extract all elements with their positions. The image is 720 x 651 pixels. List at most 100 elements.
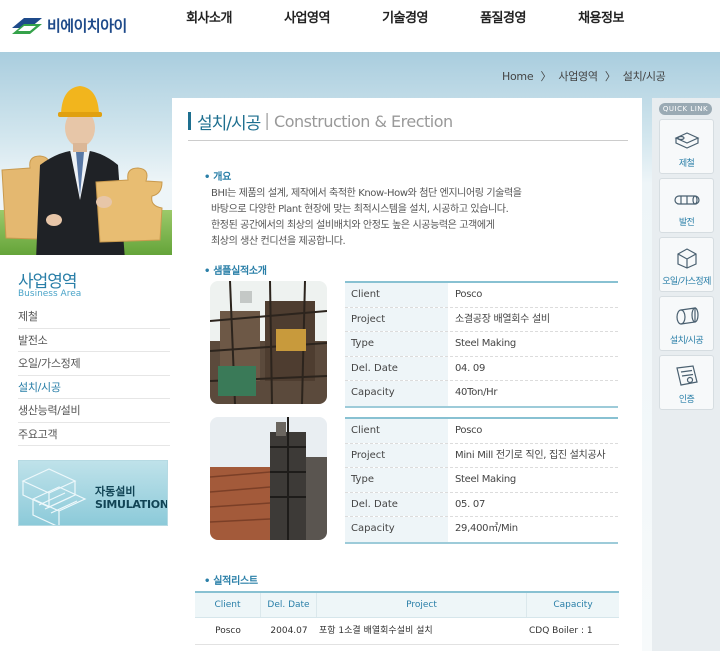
sidebar-item-oil-gas[interactable]: 오일/가스정제 (18, 352, 170, 376)
info-label: Type (345, 468, 448, 492)
info-value: Mini Mill 전기로 직인, 집진 설치공사 (455, 449, 606, 461)
records-table: Client Del. Date Project Capacity Posco … (195, 591, 619, 645)
info-row-type: Type Steel Making (345, 332, 618, 357)
page-title-ko: 설치/시공 (197, 113, 261, 134)
simulation-banner-line2: SIMULATION (95, 498, 168, 511)
quick-link-steel[interactable]: 제철 (659, 119, 714, 174)
info-row-project: Project 소결공장 배열회수 설비 (345, 307, 618, 333)
info-label: Client (345, 419, 448, 443)
column-header-capacity: Capacity (553, 600, 593, 610)
page: 비에이치아이 회사소개 사업영역 기술경영 품질경영 채용정보 Home 〉 사… (0, 0, 720, 651)
sidebar-item-capacity[interactable]: 생산능력/설비 (18, 399, 170, 423)
gnb-technology[interactable]: 기술경영 (356, 0, 454, 40)
info-row-capacity: Capacity 40Ton/Hr (345, 381, 618, 406)
info-label: Project (345, 443, 448, 468)
info-value: Steel Making (455, 338, 516, 350)
quick-link-label: QUICK LINK (659, 103, 712, 115)
brand-name: 비에이치아이 (47, 16, 127, 35)
gnb-quality[interactable]: 품질경영 (454, 0, 552, 40)
quick-link-label-text: 제철 (678, 159, 695, 169)
project-info-table: Client Posco Project Mini Mill 전기로 직인, 집진 … (345, 417, 618, 544)
logo-mark-icon (12, 18, 42, 34)
sidebar-item-construction[interactable]: 설치/시공 (18, 376, 170, 399)
overview-line: BHI는 제품의 설계, 제작에서 축적한 Know-How와 첨단 엔지니어링… (211, 188, 522, 199)
breadcrumb-level1[interactable]: 사업영역 (558, 70, 598, 83)
records-table-header: Client Del. Date Project Capacity (195, 593, 619, 618)
sidebar-subtitle: Business Area (18, 289, 82, 299)
records-heading: 실적리스트 (204, 572, 258, 587)
quick-link-certificate[interactable]: 인증 (659, 355, 714, 410)
info-row-del-date: Del. Date 04. 09 (345, 356, 618, 382)
quick-link-oil-gas[interactable]: 오일/가스정제 (659, 237, 714, 292)
overview-heading: 개요 (204, 168, 231, 183)
quick-link-label-text: 설치/시공 (669, 336, 704, 346)
info-row-capacity: Capacity 29,400㎥/Min (345, 517, 618, 542)
overview-line: 바탕으로 다양한 Plant 현장에 맞는 최적시스템을 설치, 시공하고 있습… (211, 204, 509, 215)
info-label: Del. Date (345, 492, 448, 517)
sidebar-item-steel[interactable]: 제철 (18, 305, 170, 329)
title-bar-marker (188, 112, 191, 130)
project-photo (210, 417, 327, 540)
title-divider (188, 140, 628, 141)
info-row-del-date: Del. Date 05. 07 (345, 492, 618, 518)
sidebar-menu: 제철 발전소 오일/가스정제 설치/시공 생산능력/설비 주요고객 (18, 305, 170, 446)
construction-icon (676, 307, 699, 325)
cell-client: Posco (215, 626, 241, 636)
gnb-company[interactable]: 회사소개 (160, 0, 258, 40)
info-value: 05. 07 (455, 498, 486, 510)
info-value: 29,400㎥/Min (455, 523, 518, 535)
project-info-table: Client Posco Project 소결공장 배열회수 설비 Type Stee… (345, 281, 618, 408)
quick-link-construction[interactable]: 설치/시공 (659, 296, 714, 351)
samples-heading: 샘플실적소개 (204, 262, 267, 277)
quick-link-label-text: 오일/가스정제 (662, 277, 711, 287)
steel-icon (674, 132, 700, 149)
cell-del-date: 2004.07 (270, 626, 308, 636)
info-label: Capacity (345, 381, 448, 406)
column-header-client: Client (195, 593, 261, 617)
simulation-banner-line1: 자동설비 (95, 485, 136, 498)
breadcrumb-home[interactable]: Home (502, 70, 534, 83)
gnb-business[interactable]: 사업영역 (258, 0, 356, 40)
sidebar-item-customers[interactable]: 주요고객 (18, 423, 170, 446)
info-value: Steel Making (455, 474, 516, 486)
column-header-project: Project (317, 593, 527, 617)
info-value: 소결공장 배열회수 설비 (455, 313, 550, 325)
gnb-recruit[interactable]: 채용정보 (552, 0, 650, 40)
breadcrumb-separator: 〉 (604, 70, 616, 83)
overview-line: 한정된 공간에서의 최상의 설비배치와 안정도 높은 시공능력은 고객에게 (211, 220, 495, 231)
cell-capacity: CDQ Boiler : 1 (529, 626, 593, 636)
overview-line: 최상의 생산 컨디션을 제공합니다. (211, 236, 346, 247)
machine-3d-icon (21, 468, 87, 525)
info-row-client: Client Posco (345, 283, 618, 308)
info-row-client: Client Posco (345, 419, 618, 444)
header: 비에이치아이 회사소개 사업영역 기술경영 품질경영 채용정보 (0, 0, 720, 52)
sidebar: 사업영역 Business Area 제철 발전소 오일/가스정제 설치/시공 … (0, 255, 182, 651)
project-photo (210, 281, 327, 404)
table-row: Posco 2004.07 포항 1소결 배열회수설비 설치 CDQ Boile… (195, 618, 619, 645)
cell-project: 포항 1소결 배열회수설비 설치 (319, 626, 433, 636)
page-title: 설치/시공 | Construction & Erection (188, 110, 453, 134)
info-value: 04. 09 (455, 362, 486, 374)
info-value: Posco (455, 425, 483, 436)
sidebar-item-power-plant[interactable]: 발전소 (18, 329, 170, 352)
info-label: Del. Date (345, 356, 448, 381)
page-title-en: Construction & Erection (274, 111, 453, 131)
info-row-project: Project Mini Mill 전기로 직인, 집진 설치공사 (345, 443, 618, 469)
info-label: Project (345, 307, 448, 332)
info-label: Type (345, 332, 448, 356)
simulation-banner[interactable]: 자동설비 SIMULATION (18, 460, 168, 526)
oil-gas-icon (677, 248, 697, 269)
engineer-with-puzzle-illustration (1, 86, 163, 260)
info-label: Client (345, 283, 448, 307)
breadcrumb: Home 〉 사업영역 〉 설치/시공 (500, 68, 667, 84)
certificate-icon (676, 365, 698, 386)
breadcrumb-separator: 〉 (540, 70, 552, 83)
info-value: Posco (455, 289, 483, 300)
breadcrumb-current: 설치/시공 (622, 70, 666, 83)
page-title-separator: | (264, 111, 271, 131)
quick-link-power[interactable]: 발전 (659, 178, 714, 233)
logo[interactable]: 비에이치아이 (12, 13, 127, 37)
quick-link-label-text: 발전 (678, 218, 695, 228)
info-label: Capacity (345, 517, 448, 542)
power-icon (674, 195, 700, 205)
